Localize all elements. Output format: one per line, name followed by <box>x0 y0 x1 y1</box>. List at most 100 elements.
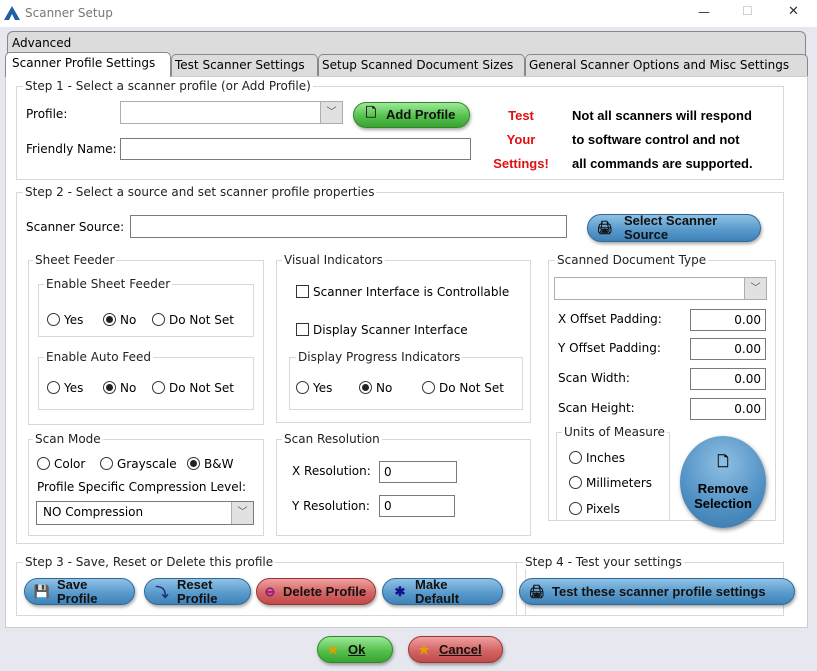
step1-legend: Step 1 - Select a scanner profile (or Ad… <box>23 79 313 93</box>
delete-icon: ⊖ <box>264 583 276 599</box>
scan-width-input[interactable]: 0.00 <box>690 368 766 390</box>
display-interface-checkbox[interactable]: Display Scanner Interface <box>296 323 468 337</box>
chevron-down-icon[interactable]: ﹀ <box>744 278 766 299</box>
cancel-button[interactable]: ★ Cancel <box>408 636 503 663</box>
scan-mode-grayscale-radio[interactable]: Grayscale <box>100 457 177 471</box>
label-line: Selection <box>694 496 752 511</box>
radio-label: Do Not Set <box>169 381 234 395</box>
warning-line: Test <box>508 108 534 123</box>
select-scanner-source-button[interactable]: 🖨 Select Scanner Source <box>587 214 761 242</box>
x-resolution-label: X Resolution: <box>292 464 371 478</box>
window-title: Scanner Setup <box>25 6 113 20</box>
reset-profile-button[interactable]: ⤵ Reset Profile <box>144 576 251 605</box>
make-default-button[interactable]: ✱ Make Default <box>382 577 503 606</box>
save-profile-button[interactable]: 💾 Save Profile <box>24 576 135 605</box>
auto-feed-donotset-radio[interactable]: Do Not Set <box>152 381 234 395</box>
remove-selection-button[interactable]: 🗋 Remove Selection <box>680 436 766 528</box>
compression-combo[interactable]: NO Compression ﹀ <box>36 501 254 525</box>
step3-legend: Step 3 - Save, Reset or Delete this prof… <box>23 555 276 569</box>
checkbox-label: Display Scanner Interface <box>313 323 468 337</box>
scan-height-input[interactable]: 0.00 <box>690 398 766 420</box>
new-document-icon: 🗋 <box>365 105 377 120</box>
radio-label: Pixels <box>586 502 621 516</box>
star-cancel-icon: ★ <box>418 641 430 657</box>
progress-yes-radio[interactable]: Yes <box>296 381 332 395</box>
friendly-name-label: Friendly Name: <box>26 142 117 156</box>
y-offset-input[interactable]: 0.00 <box>690 338 766 360</box>
chevron-down-icon[interactable]: ﹀ <box>231 502 253 524</box>
ok-button[interactable]: ★ Ok <box>317 636 393 663</box>
scan-resolution-legend: Scan Resolution <box>282 432 382 446</box>
radio-label: No <box>120 313 137 327</box>
app-logo-icon <box>4 6 20 20</box>
y-resolution-label: Y Resolution: <box>292 499 370 513</box>
save-icon: 💾 <box>33 583 51 599</box>
friendly-name-input[interactable] <box>120 138 471 160</box>
title-bar: Scanner Setup — ☐ ✕ <box>0 0 817 27</box>
radio-label: Color <box>54 457 86 471</box>
close-button[interactable]: ✕ <box>788 4 799 19</box>
delete-profile-label: Delete Profile <box>283 583 367 599</box>
chevron-down-icon[interactable]: ﹀ <box>320 102 342 123</box>
units-millimeters-radio[interactable]: Millimeters <box>569 476 652 490</box>
make-default-label: Make Default <box>415 577 460 606</box>
progress-indicators-legend: Display Progress Indicators <box>296 350 463 364</box>
label-line: Reset <box>177 576 213 592</box>
y-offset-label: Y Offset Padding: <box>558 341 661 355</box>
radio-label: Yes <box>64 381 84 395</box>
radio-label: Grayscale <box>117 457 177 471</box>
sheet-feeder-donotset-radio[interactable]: Do Not Set <box>152 313 234 327</box>
ok-label: Ok <box>348 641 366 657</box>
scan-mode-bw-radio[interactable]: B&W <box>187 457 233 471</box>
units-pixels-radio[interactable]: Pixels <box>569 502 620 516</box>
x-offset-label: X Offset Padding: <box>558 312 662 326</box>
note-line: all commands are supported. <box>572 156 753 171</box>
progress-donotset-radio[interactable]: Do Not Set <box>422 381 504 395</box>
y-resolution-input[interactable]: 0 <box>379 495 455 517</box>
document-type-combo[interactable]: ﹀ <box>554 277 767 300</box>
scan-height-label: Scan Height: <box>558 401 635 415</box>
tab-general-options[interactable]: General Scanner Options and Misc Setting… <box>525 54 808 76</box>
label-line: Remove <box>697 481 749 496</box>
profile-combo[interactable]: ﹀ <box>120 101 343 124</box>
scan-resolution-group <box>276 439 531 536</box>
add-profile-button[interactable]: 🗋 Add Profile <box>353 102 470 128</box>
label-line: Default <box>415 590 460 606</box>
note-line: to software control and not <box>572 132 740 147</box>
x-offset-input[interactable]: 0.00 <box>690 309 766 331</box>
scanner-source-input[interactable] <box>130 215 567 238</box>
x-resolution-input[interactable]: 0 <box>379 461 457 483</box>
sheet-feeder-no-radio[interactable]: No <box>103 313 136 327</box>
radio-label: Yes <box>64 313 84 327</box>
tab-setup-document-sizes[interactable]: Setup Scanned Document Sizes <box>318 54 525 76</box>
add-profile-label: Add Profile <box>386 107 456 122</box>
units-legend: Units of Measure <box>562 425 667 439</box>
label-line: Select Scanner <box>624 213 718 228</box>
test-settings-warning: Test Your Settings! <box>486 104 556 176</box>
units-inches-radio[interactable]: Inches <box>569 451 625 465</box>
scan-mode-color-radio[interactable]: Color <box>37 457 85 471</box>
minimize-button[interactable]: — <box>698 5 710 19</box>
radio-label: Inches <box>586 451 625 465</box>
scan-mode-legend: Scan Mode <box>33 432 103 446</box>
label-line: Save <box>57 576 88 592</box>
auto-feed-yes-radio[interactable]: Yes <box>47 381 83 395</box>
progress-no-radio[interactable]: No <box>359 381 392 395</box>
cancel-label: Cancel <box>439 641 482 657</box>
radio-label: Do Not Set <box>439 381 504 395</box>
asterisk-icon: ✱ <box>394 583 406 599</box>
controllable-checkbox[interactable]: Scanner Interface is Controllable <box>296 285 509 299</box>
sheet-feeder-yes-radio[interactable]: Yes <box>47 313 83 327</box>
auto-feed-no-radio[interactable]: No <box>103 381 136 395</box>
test-settings-button[interactable]: 🖨 Test these scanner profile settings <box>519 578 795 605</box>
sheet-feeder-legend: Sheet Feeder <box>33 253 117 267</box>
scan-width-label: Scan Width: <box>558 371 630 385</box>
step4-legend: Step 4 - Test your settings <box>523 555 684 569</box>
delete-profile-button[interactable]: ⊖ Delete Profile <box>256 578 376 605</box>
maximize-button[interactable]: ☐ <box>742 4 753 18</box>
checkbox-label: Scanner Interface is Controllable <box>313 285 510 299</box>
tab-test-scanner-settings[interactable]: Test Scanner Settings <box>171 54 318 76</box>
new-document-icon: 🗋 <box>717 453 729 469</box>
tab-scanner-profile-settings[interactable]: Scanner Profile Settings <box>5 52 171 77</box>
enable-sheet-feeder-legend: Enable Sheet Feeder <box>44 277 173 291</box>
